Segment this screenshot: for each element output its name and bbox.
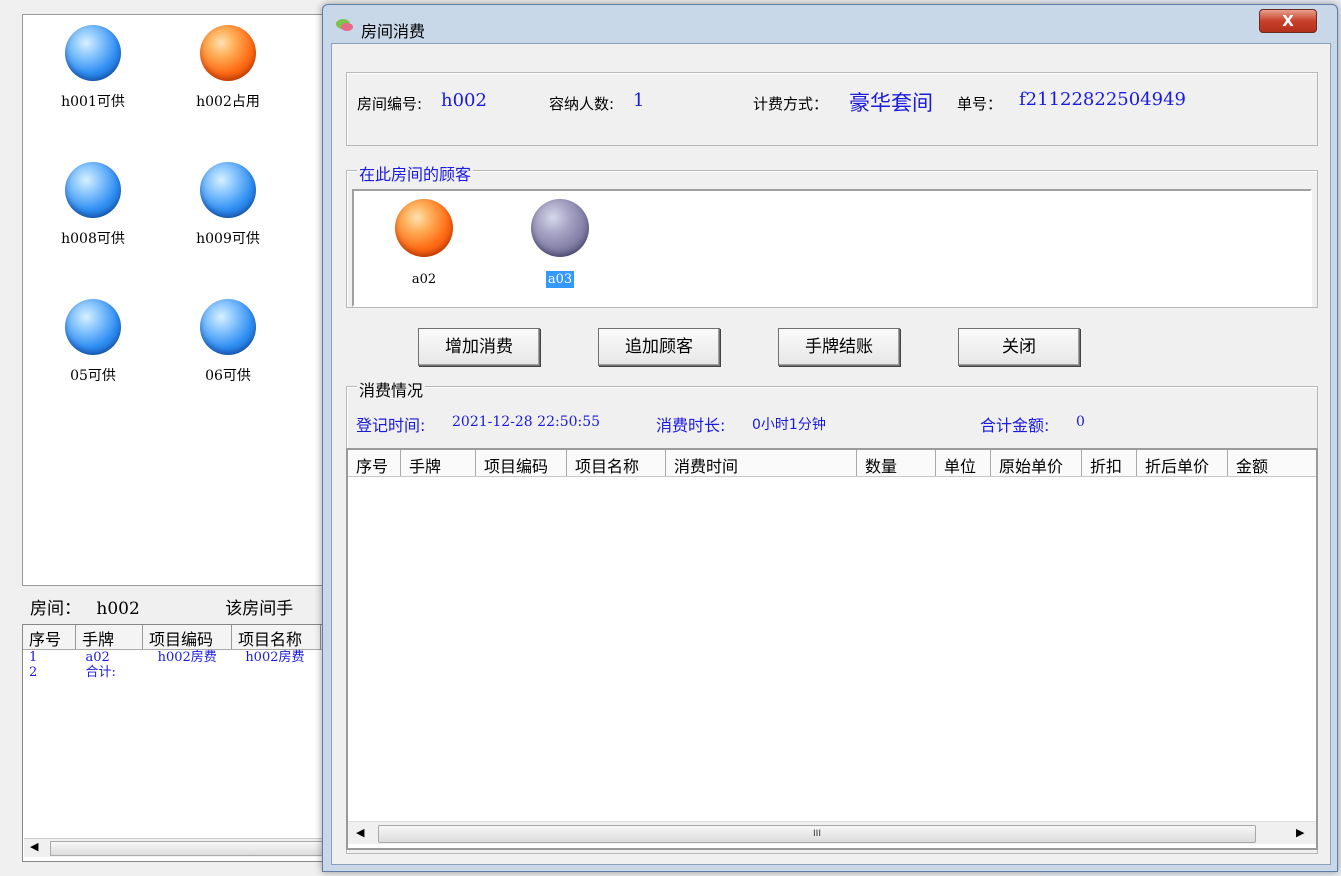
column-header-amount[interactable]: 金额 bbox=[1228, 450, 1288, 476]
total-amount-value: 0 bbox=[1076, 414, 1085, 430]
order-number-label: 单号： bbox=[957, 95, 1003, 113]
checkin-time-label: 登记时间: bbox=[356, 416, 426, 435]
scroll-thumb[interactable]: III bbox=[378, 825, 1256, 843]
table-cell: h002房费 bbox=[245, 650, 305, 665]
room-available-icon bbox=[65, 299, 121, 355]
guest-selected-icon bbox=[531, 199, 589, 257]
dialog-title: 房间消费 bbox=[361, 22, 426, 41]
horizontal-scrollbar[interactable]: ◀ III ▶ bbox=[348, 821, 1316, 844]
column-header-discounted-price[interactable]: 折后单价 bbox=[1137, 450, 1228, 476]
room-grid-panel: h001可供 h002占用 h008可供 h009可供 05可供 06可供 bbox=[22, 14, 354, 586]
room-label: h008可供 bbox=[61, 231, 125, 247]
scroll-thumb[interactable] bbox=[50, 841, 324, 856]
table-row[interactable]: 2 合计: bbox=[23, 665, 333, 680]
total-amount-label: 合计金额: bbox=[980, 416, 1050, 435]
room-tag-text: 该房间手 bbox=[225, 599, 294, 619]
room-info-value: h002 bbox=[96, 599, 140, 619]
room-label: 05可供 bbox=[70, 368, 116, 384]
horizontal-scrollbar[interactable]: ◀ bbox=[24, 838, 324, 857]
checkin-time-value: 2021-12-28 22:50:55 bbox=[452, 414, 601, 430]
close-window-button[interactable]: X bbox=[1259, 9, 1317, 33]
room-available-icon bbox=[200, 299, 256, 355]
column-header-quantity[interactable]: 数量 bbox=[857, 450, 936, 476]
consumption-group-title: 消费情况 bbox=[357, 377, 426, 401]
table-header: 序号 手牌 项目编码 项目名称 消费时间 数量 单位 原始单价 折扣 折后单价 … bbox=[348, 450, 1316, 477]
room-label: h001可供 bbox=[61, 94, 125, 110]
room-consumption-dialog: 房间消费 X 房间编号: h002 容纳人数: 1 计费方式： 豪华套间 单号：… bbox=[322, 4, 1338, 872]
scroll-right-arrow-icon[interactable]: ▶ bbox=[1296, 826, 1304, 839]
room-h001[interactable]: h001可供 bbox=[38, 25, 148, 111]
column-header[interactable]: 手牌 bbox=[76, 625, 143, 649]
column-header-original-price[interactable]: 原始单价 bbox=[991, 450, 1082, 476]
room-available-icon bbox=[200, 162, 256, 218]
guest-label: a03 bbox=[545, 271, 575, 288]
guests-group-title: 在此房间的顾客 bbox=[357, 161, 474, 185]
room-06[interactable]: 06可供 bbox=[173, 299, 283, 385]
room-occupied-icon bbox=[200, 25, 256, 81]
order-number-value: f21122822504949 bbox=[1019, 89, 1186, 110]
app-icon bbox=[336, 19, 353, 31]
room-05[interactable]: 05可供 bbox=[38, 299, 148, 385]
scroll-left-arrow-icon[interactable]: ◀ bbox=[356, 826, 364, 839]
table-cell bbox=[158, 665, 246, 680]
billing-method-value: 豪华套间 bbox=[849, 91, 933, 115]
column-header-tag[interactable]: 手牌 bbox=[401, 450, 476, 476]
room-h002[interactable]: h002占用 bbox=[173, 25, 283, 111]
room-label: h002占用 bbox=[196, 94, 260, 110]
duration-label: 消费时长: bbox=[656, 416, 726, 435]
room-info-label: 房间： bbox=[30, 599, 81, 619]
guest-active-icon bbox=[395, 199, 453, 257]
room-available-icon bbox=[65, 162, 121, 218]
room-label: 06可供 bbox=[205, 368, 251, 384]
column-header[interactable]: 项目编码 bbox=[143, 625, 232, 649]
duration-value: 0小时1分钟 bbox=[752, 417, 826, 433]
capacity-label: 容纳人数: bbox=[549, 95, 615, 113]
column-header[interactable]: 序号 bbox=[23, 625, 76, 649]
room-label: h009可供 bbox=[196, 231, 260, 247]
room-h009[interactable]: h009可供 bbox=[173, 162, 283, 248]
table-header: 序号 手牌 项目编码 项目名称 bbox=[23, 625, 333, 650]
room-available-icon bbox=[65, 25, 121, 81]
table-cell bbox=[245, 665, 333, 680]
table-cell: a02 bbox=[85, 650, 110, 665]
room-number-value: h002 bbox=[441, 90, 487, 111]
column-header-unit[interactable]: 单位 bbox=[936, 450, 991, 476]
table-cell: 2 bbox=[29, 665, 38, 680]
room-info-group: 房间编号: h002 容纳人数: 1 计费方式： 豪华套间 单号： f21122… bbox=[346, 72, 1318, 146]
room-number-label: 房间编号: bbox=[357, 95, 423, 113]
column-header-time[interactable]: 消费时间 bbox=[666, 450, 857, 476]
room-consumption-table[interactable]: 序号 手牌 项目编码 项目名称 1 a02 h002房费 h002房费 2 合计… bbox=[22, 624, 334, 862]
title-bar[interactable]: 房间消费 X bbox=[323, 5, 1337, 43]
billing-method-label: 计费方式： bbox=[753, 95, 829, 113]
capacity-value: 1 bbox=[633, 90, 645, 111]
guest-list[interactable]: a02 a03 bbox=[352, 189, 1312, 307]
table-cell: 1 bbox=[29, 650, 38, 665]
column-header-item-code[interactable]: 项目编码 bbox=[476, 450, 567, 476]
dialog-client-area: 房间编号: h002 容纳人数: 1 计费方式： 豪华套间 单号： f21122… bbox=[331, 43, 1331, 865]
scroll-left-arrow-icon[interactable]: ◀ bbox=[30, 840, 38, 853]
consumption-table[interactable]: 序号 手牌 项目编码 项目名称 消费时间 数量 单位 原始单价 折扣 折后单价 … bbox=[346, 448, 1318, 850]
scroll-grip-icon: III bbox=[813, 829, 821, 839]
table-cell: 合计: bbox=[85, 665, 116, 680]
close-button[interactable]: 关闭 bbox=[958, 328, 1080, 366]
add-guest-button[interactable]: 追加顾客 bbox=[598, 328, 720, 366]
guest-a03[interactable]: a03 bbox=[520, 199, 600, 288]
column-header-item-name[interactable]: 项目名称 bbox=[567, 450, 666, 476]
column-header-discount[interactable]: 折扣 bbox=[1082, 450, 1137, 476]
guest-a02[interactable]: a02 bbox=[384, 199, 464, 288]
checkout-button[interactable]: 手牌结账 bbox=[778, 328, 900, 366]
table-row[interactable]: 1 a02 h002房费 h002房费 bbox=[23, 650, 333, 665]
room-info-bar: 房间： h002 该房间手 bbox=[30, 594, 293, 619]
column-header-seq[interactable]: 序号 bbox=[348, 450, 401, 476]
column-header[interactable]: 项目名称 bbox=[232, 625, 321, 649]
add-consumption-button[interactable]: 增加消费 bbox=[418, 328, 540, 366]
room-h008[interactable]: h008可供 bbox=[38, 162, 148, 248]
guest-label: a02 bbox=[411, 272, 437, 287]
table-cell: h002房费 bbox=[157, 650, 217, 665]
